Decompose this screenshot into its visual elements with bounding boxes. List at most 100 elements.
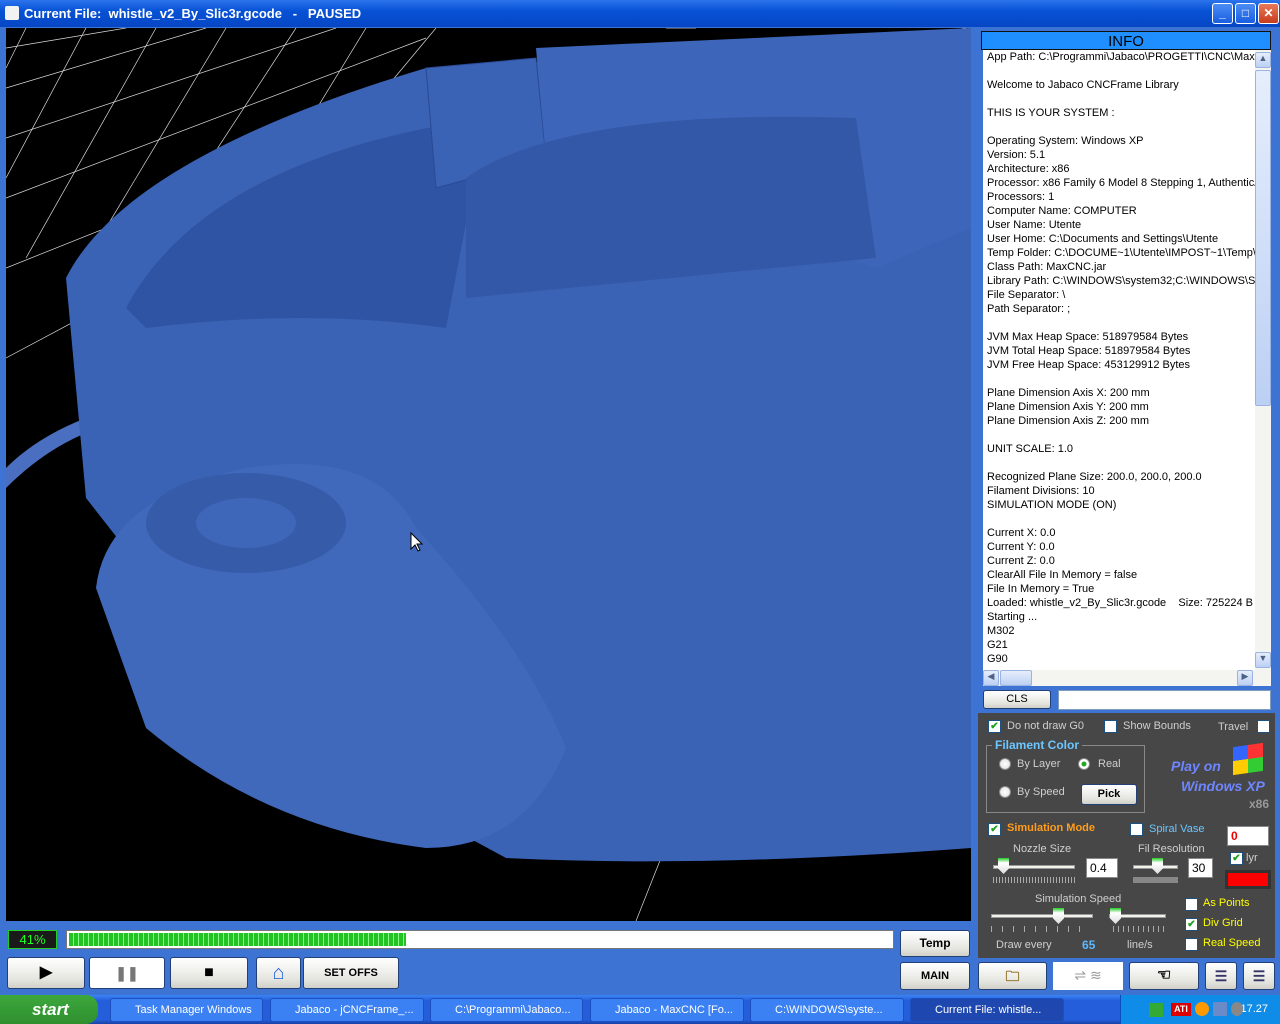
info-log-line: JVM Max Heap Space: 518979584 Bytes xyxy=(987,331,1189,343)
tray-orange-icon[interactable] xyxy=(1195,1002,1209,1016)
scroll-down-button[interactable]: ▼ xyxy=(1255,652,1271,668)
hand-icon: ☜ xyxy=(1156,967,1172,984)
task-item[interactable]: C:\Programmi\Jabaco... xyxy=(430,998,583,1022)
travel-checkbox[interactable] xyxy=(1257,720,1270,733)
home-button[interactable]: ⌂ xyxy=(256,957,301,989)
show-bounds-checkbox[interactable] xyxy=(1104,720,1117,733)
info-log-line: ClearAll File In Memory = false xyxy=(987,569,1138,581)
lyr-checkbox[interactable]: ✔ xyxy=(1230,852,1243,865)
info-horizontal-scrollbar[interactable]: ◀ ▶ xyxy=(983,670,1271,686)
by-layer-radio[interactable] xyxy=(999,758,1011,770)
layer-input[interactable]: 0 xyxy=(1227,826,1269,846)
real-speed-checkbox[interactable] xyxy=(1185,938,1198,951)
network-icon[interactable] xyxy=(1213,1002,1227,1016)
simulation-mode-checkbox[interactable]: ✔ xyxy=(988,823,1001,836)
draw-every-label: Draw every xyxy=(996,939,1052,951)
filament-color-title: Filament Color xyxy=(992,738,1083,752)
as-points-label: As Points xyxy=(1203,897,1250,909)
3d-viewport[interactable] xyxy=(6,28,971,921)
layer-color-swatch[interactable] xyxy=(1225,870,1271,889)
hscroll-thumb[interactable] xyxy=(1000,670,1032,686)
stop-button[interactable]: ■ xyxy=(170,957,248,989)
usb-icon: ⇌ xyxy=(1074,967,1087,983)
gcode-render xyxy=(6,28,971,921)
scroll-right-button[interactable]: ▶ xyxy=(1237,670,1253,686)
task-item[interactable]: Task Manager Windows xyxy=(110,998,263,1022)
info-log-line: Filament Divisions: 10 xyxy=(987,485,1095,497)
minimize-button[interactable]: _ xyxy=(1212,3,1233,24)
maximize-button[interactable]: □ xyxy=(1235,3,1256,24)
progress-percent: 41% xyxy=(8,930,57,949)
open-file-button[interactable]: 🗀 xyxy=(978,962,1047,990)
real-radio[interactable] xyxy=(1078,758,1090,770)
info-log-line: User Name: Utente xyxy=(987,219,1082,231)
spiral-vase-checkbox[interactable] xyxy=(1130,823,1143,836)
do-not-draw-g0-checkbox[interactable]: ✔ xyxy=(988,720,1001,733)
fil-resolution-bar xyxy=(1133,877,1178,883)
play-button[interactable]: ▶ xyxy=(7,957,85,989)
div-grid-checkbox[interactable]: ✔ xyxy=(1185,918,1198,931)
pick-color-button[interactable]: Pick xyxy=(1081,784,1137,805)
fil-resolution-input[interactable]: 30 xyxy=(1188,858,1213,878)
main-button[interactable]: MAIN xyxy=(900,962,970,990)
nozzle-slider-thumb[interactable] xyxy=(998,858,1009,874)
info-log-line: Welcome to Jabaco CNCFrame Library xyxy=(987,79,1179,91)
clock: 17.27 xyxy=(1240,1003,1268,1015)
fil-resolution-thumb[interactable] xyxy=(1152,858,1163,874)
info-log-line xyxy=(987,120,1255,134)
simulation-speed-slider[interactable] xyxy=(991,914,1093,918)
info-log-line xyxy=(987,428,1255,442)
window-title: Current File: whistle_v2_By_Slic3r.gcode… xyxy=(24,6,362,21)
as-points-checkbox[interactable] xyxy=(1185,898,1198,911)
info-vertical-scrollbar[interactable]: ▲ ▼ xyxy=(1255,50,1271,670)
fil-resolution-label: Fil Resolution xyxy=(1138,843,1205,855)
taskbar: start Task Manager Windows Jabaco - jCNC… xyxy=(0,995,1280,1024)
logo-play-on: Play on xyxy=(1171,758,1221,774)
list-button-2[interactable]: ☰ xyxy=(1243,962,1275,990)
ati-icon[interactable]: ATI xyxy=(1171,1003,1191,1016)
tray-app-icon[interactable] xyxy=(1149,1003,1163,1017)
scroll-left-button[interactable]: ◀ xyxy=(983,670,999,686)
simulation-speed-thumb[interactable] xyxy=(1053,908,1064,924)
scroll-thumb[interactable] xyxy=(1255,70,1271,406)
info-log-line: Temp Folder: C:\DOCUME~1\Utente\IMPOST~1… xyxy=(987,247,1255,259)
progress-fill xyxy=(69,933,407,946)
title-bar: Current File: whistle_v2_By_Slic3r.gcode… xyxy=(0,0,1280,27)
pause-button[interactable]: ❚❚ xyxy=(89,957,165,989)
logo-arch: x86 xyxy=(1249,797,1270,811)
nozzle-size-input[interactable]: 0.4 xyxy=(1086,858,1118,878)
info-log-line: UNIT SCALE: 1.0 xyxy=(987,443,1073,455)
do-not-draw-g0-label: Do not draw G0 xyxy=(1007,720,1085,732)
nozzle-size-label: Nozzle Size xyxy=(1013,843,1072,855)
info-log-line: Version: 5.1 xyxy=(987,149,1046,161)
cls-button[interactable]: CLS xyxy=(983,690,1051,709)
info-log-line xyxy=(987,92,1255,106)
temp-button[interactable]: Temp xyxy=(900,930,970,957)
list-button-1[interactable]: ☰ xyxy=(1205,962,1237,990)
set-offsets-button[interactable]: SET OFFS xyxy=(303,957,399,989)
windows-flag-icon xyxy=(1233,742,1263,776)
draw-every-thumb[interactable] xyxy=(1110,908,1121,924)
command-input[interactable] xyxy=(1058,690,1271,710)
system-tray: ATI 17.27 xyxy=(1120,995,1280,1024)
task-item-active[interactable]: Current File: whistle... xyxy=(910,998,1064,1022)
close-button[interactable]: ✕ xyxy=(1258,3,1279,24)
volume-icon[interactable] xyxy=(1231,1002,1243,1016)
by-speed-radio[interactable] xyxy=(999,786,1011,798)
start-button[interactable]: start xyxy=(0,995,98,1024)
task-item[interactable]: Jabaco - MaxCNC [Fo... xyxy=(590,998,744,1022)
start-label: start xyxy=(32,1000,69,1019)
info-log-line xyxy=(987,64,1255,78)
hand-button[interactable]: ☜ xyxy=(1129,962,1199,990)
info-log-line: SIMULATION MODE (ON) xyxy=(987,499,1117,511)
task-item[interactable]: C:\WINDOWS\syste... xyxy=(750,998,904,1022)
lines-unit-label: line/s xyxy=(1127,939,1153,951)
info-log-line xyxy=(987,372,1255,386)
info-log-line: Plane Dimension Axis Y: 200 mm xyxy=(987,401,1149,413)
info-log-line: Processor: x86 Family 6 Model 8 Stepping… xyxy=(987,177,1255,189)
task-item[interactable]: Jabaco - jCNCFrame_... xyxy=(270,998,424,1022)
info-log-line xyxy=(987,512,1255,526)
scroll-up-button[interactable]: ▲ xyxy=(1255,52,1271,68)
pause-icon: ❚❚ xyxy=(115,965,139,981)
info-log-line: Current Y: 0.0 xyxy=(987,541,1055,553)
